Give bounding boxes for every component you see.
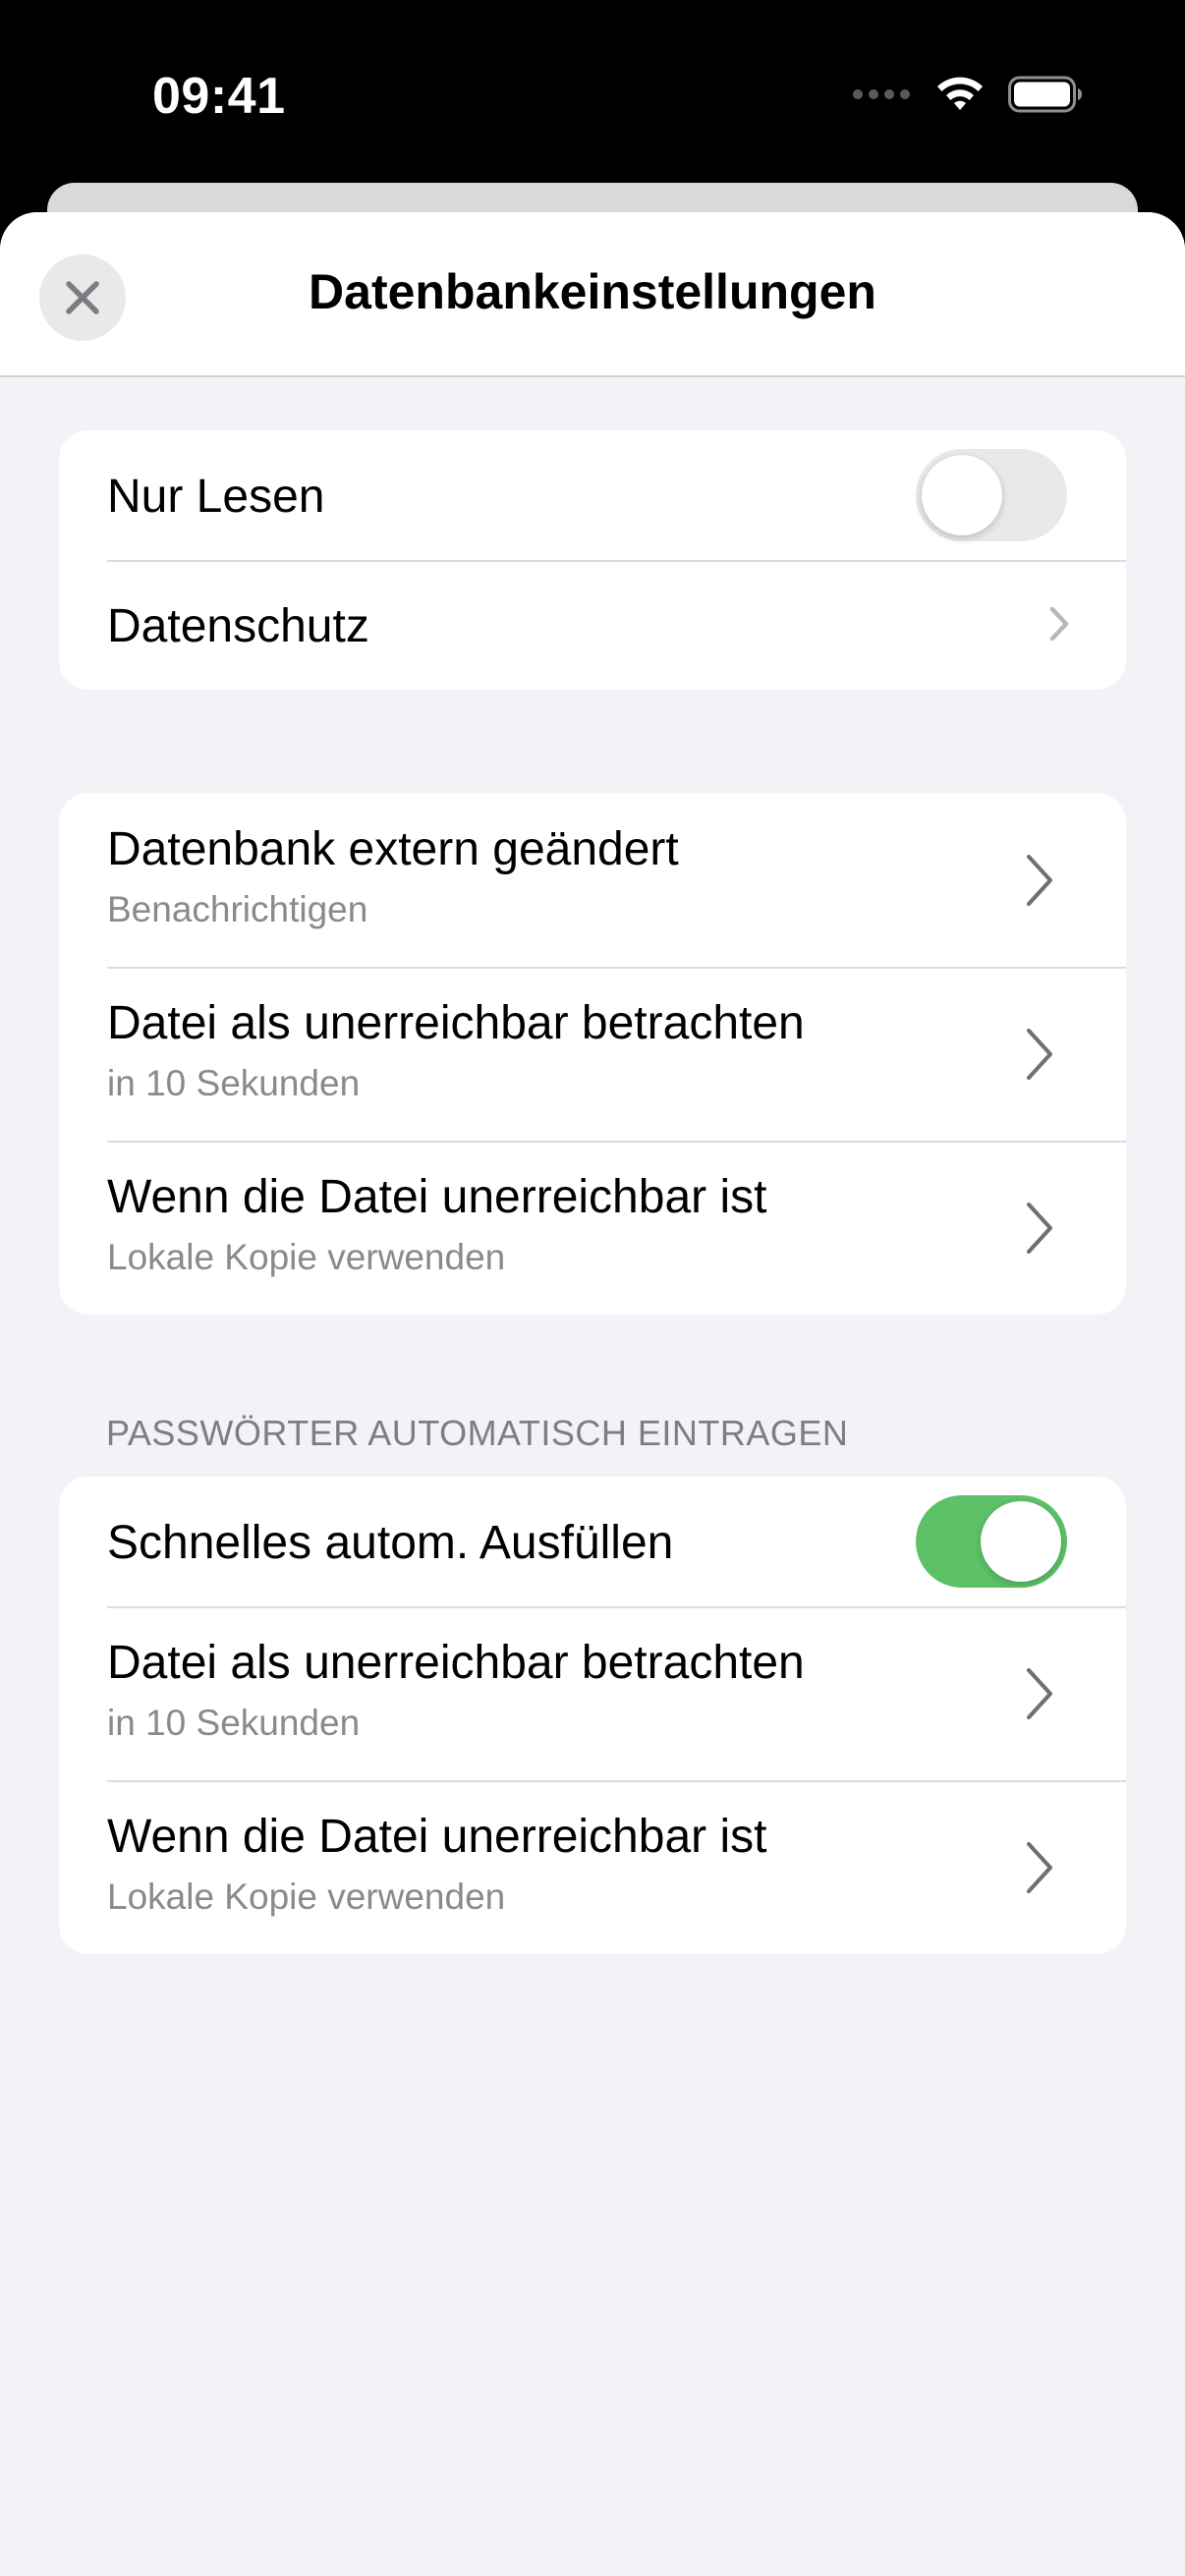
file-unreachable-action-value: Lokale Kopie verwenden <box>107 1237 506 1277</box>
quick-autofill-label: Schnelles autom. Ausfüllen <box>107 1517 674 1569</box>
autofill-file-unreachable-timeout-row[interactable]: Datei als unerreichbar betrachten in 10 … <box>59 1606 1126 1780</box>
chevron-right-icon <box>1027 1203 1052 1254</box>
file-unreachable-action-row[interactable]: Wenn die Datei unerreichbar ist Lokale K… <box>59 1141 1126 1315</box>
cellular-signal-icon <box>853 89 910 99</box>
database-changed-title: Datenbank extern geändert <box>107 823 679 875</box>
chevron-right-icon <box>1027 1668 1052 1719</box>
status-bar: 09:41 <box>0 0 1185 187</box>
chevron-right-icon <box>1027 1029 1052 1080</box>
read-only-row: Nur Lesen <box>59 430 1126 560</box>
settings-sheet: Datenbankeinstellungen Nur Lesen Datensc… <box>0 212 1185 2576</box>
autofill-file-unreachable-timeout-title: Datei als unerreichbar betrachten <box>107 1637 805 1689</box>
file-unreachable-timeout-value: in 10 Sekunden <box>107 1063 361 1103</box>
wifi-icon <box>937 77 983 110</box>
autofill-file-unreachable-action-row[interactable]: Wenn die Datei unerreichbar ist Lokale K… <box>59 1780 1126 1954</box>
quick-autofill-toggle[interactable] <box>916 1495 1067 1588</box>
autofill-file-unreachable-action-title: Wenn die Datei unerreichbar ist <box>107 1811 767 1863</box>
quick-autofill-row: Schnelles autom. Ausfüllen <box>59 1477 1126 1606</box>
autofill-settings-group: Schnelles autom. Ausfüllen Datei als une… <box>59 1477 1126 1954</box>
chevron-right-icon <box>1049 606 1069 642</box>
battery-icon <box>1008 76 1082 113</box>
database-changed-value: Benachrichtigen <box>107 889 368 929</box>
chevron-right-icon <box>1027 1842 1052 1893</box>
navigation-bar: Datenbankeinstellungen <box>0 212 1185 377</box>
file-unreachable-action-title: Wenn die Datei unerreichbar ist <box>107 1171 767 1223</box>
chevron-right-icon <box>1027 855 1052 906</box>
privacy-label: Datenschutz <box>107 600 369 652</box>
autofill-file-unreachable-action-value: Lokale Kopie verwenden <box>107 1876 506 1917</box>
status-indicators <box>853 73 1083 116</box>
database-changed-row[interactable]: Datenbank extern geändert Benachrichtige… <box>59 793 1126 967</box>
privacy-row[interactable]: Datenschutz <box>59 560 1126 690</box>
file-unreachable-timeout-title: Datei als unerreichbar betrachten <box>107 997 805 1049</box>
page-title: Datenbankeinstellungen <box>309 264 876 319</box>
read-only-toggle[interactable] <box>916 449 1067 541</box>
autofill-file-unreachable-timeout-value: in 10 Sekunden <box>107 1703 361 1743</box>
sync-settings-group: Datenbank extern geändert Benachrichtige… <box>59 793 1126 1315</box>
status-time: 09:41 <box>152 68 286 125</box>
autofill-section-header: PASSWÖRTER AUTOMATISCH EINTRAGEN <box>106 1413 849 1453</box>
general-settings-group: Nur Lesen Datenschutz <box>59 430 1126 690</box>
read-only-label: Nur Lesen <box>107 471 325 523</box>
file-unreachable-timeout-row[interactable]: Datei als unerreichbar betrachten in 10 … <box>59 967 1126 1141</box>
